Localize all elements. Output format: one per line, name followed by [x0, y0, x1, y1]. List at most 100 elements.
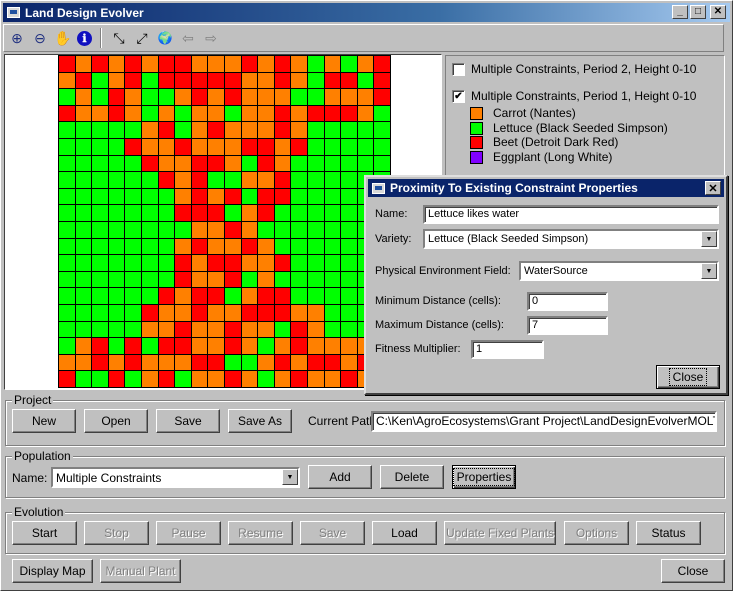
map-cell-beet[interactable]	[208, 72, 225, 90]
manual-plant-button[interactable]: Manual Plant	[100, 559, 181, 583]
map-cell-carrot[interactable]	[241, 205, 259, 222]
map-cell-lettuce[interactable]	[341, 188, 358, 206]
map-cell-beet[interactable]	[191, 172, 209, 189]
pause-button[interactable]: Pause	[156, 521, 221, 545]
map-cell-carrot[interactable]	[208, 105, 225, 123]
map-cell-lettuce[interactable]	[125, 188, 142, 206]
map-cell-beet[interactable]	[374, 72, 391, 90]
map-cell-beet[interactable]	[191, 205, 209, 222]
open-button[interactable]: Open	[84, 409, 148, 433]
map-cell-lettuce[interactable]	[307, 155, 325, 173]
map-cell-carrot[interactable]	[258, 321, 275, 339]
map-cell-lettuce[interactable]	[59, 321, 76, 339]
map-cell-beet[interactable]	[274, 172, 292, 189]
map-cell-carrot[interactable]	[191, 371, 209, 388]
info-icon[interactable]: ℹ	[77, 30, 92, 46]
map-cell-beet[interactable]	[291, 138, 308, 156]
save-project-button[interactable]: Save	[156, 409, 220, 433]
map-cell-lettuce[interactable]	[141, 105, 159, 123]
map-cell-lettuce[interactable]	[75, 138, 93, 156]
map-cell-carrot[interactable]	[224, 304, 242, 322]
map-cell-lettuce[interactable]	[141, 172, 159, 189]
map-cell-lettuce[interactable]	[307, 238, 325, 256]
map-cell-carrot[interactable]	[274, 89, 292, 106]
zoom-out-icon[interactable]: ⊖	[31, 29, 49, 47]
map-cell-carrot[interactable]	[291, 56, 308, 73]
map-cell-beet[interactable]	[208, 288, 225, 305]
map-cell-carrot[interactable]	[357, 105, 375, 123]
map-cell-lettuce[interactable]	[291, 288, 308, 305]
map-cell-beet[interactable]	[141, 155, 159, 173]
map-cell-carrot[interactable]	[75, 89, 93, 106]
map-cell-carrot[interactable]	[175, 288, 192, 305]
map-cell-lettuce[interactable]	[108, 271, 126, 289]
map-cell-lettuce[interactable]	[241, 155, 259, 173]
map-cell-beet[interactable]	[175, 138, 192, 156]
map-cell-carrot[interactable]	[241, 172, 259, 189]
map-cell-lettuce[interactable]	[307, 56, 325, 73]
map-cell-beet[interactable]	[158, 371, 176, 388]
map-cell-carrot[interactable]	[357, 56, 375, 73]
map-cell-beet[interactable]	[175, 321, 192, 339]
map-cell-carrot[interactable]	[324, 89, 342, 106]
map-cell-lettuce[interactable]	[291, 221, 308, 239]
map-cell-carrot[interactable]	[141, 321, 159, 339]
map-cell-lettuce[interactable]	[75, 238, 93, 256]
map-cell-carrot[interactable]	[108, 354, 126, 372]
map-cell-carrot[interactable]	[141, 122, 159, 139]
map-cell-beet[interactable]	[208, 354, 225, 372]
map-cell-lettuce[interactable]	[108, 255, 126, 272]
map-cell-lettuce[interactable]	[59, 304, 76, 322]
map-cell-lettuce[interactable]	[75, 172, 93, 189]
map-cell-beet[interactable]	[258, 188, 275, 206]
map-cell-lettuce[interactable]	[291, 172, 308, 189]
map-cell-carrot[interactable]	[224, 122, 242, 139]
map-cell-lettuce[interactable]	[125, 255, 142, 272]
map-cell-beet[interactable]	[92, 56, 109, 73]
map-cell-lettuce[interactable]	[175, 105, 192, 123]
map-cell-lettuce[interactable]	[108, 338, 126, 355]
map-cell-beet[interactable]	[224, 321, 242, 339]
map-cell-carrot[interactable]	[75, 105, 93, 123]
map-cell-beet[interactable]	[125, 338, 142, 355]
map-cell-carrot[interactable]	[291, 354, 308, 372]
map-cell-beet[interactable]	[224, 338, 242, 355]
map-cell-carrot[interactable]	[258, 255, 275, 272]
map-cell-lettuce[interactable]	[75, 122, 93, 139]
map-cell-carrot[interactable]	[191, 255, 209, 272]
map-cell-lettuce[interactable]	[141, 205, 159, 222]
constraint-name-field[interactable]: Lettuce likes water	[423, 205, 719, 224]
map-cell-carrot[interactable]	[158, 321, 176, 339]
map-cell-lettuce[interactable]	[324, 172, 342, 189]
map-cell-lettuce[interactable]	[92, 89, 109, 106]
map-cell-lettuce[interactable]	[59, 188, 76, 206]
map-cell-lettuce[interactable]	[92, 138, 109, 156]
map-cell-carrot[interactable]	[208, 221, 225, 239]
map-cell-carrot[interactable]	[92, 105, 109, 123]
map-cell-lettuce[interactable]	[92, 122, 109, 139]
chevron-down-icon[interactable]: ▼	[701, 231, 717, 247]
map-cell-carrot[interactable]	[191, 271, 209, 289]
map-cell-lettuce[interactable]	[258, 338, 275, 355]
map-cell-lettuce[interactable]	[59, 155, 76, 173]
map-cell-carrot[interactable]	[208, 304, 225, 322]
map-cell-lettuce[interactable]	[307, 255, 325, 272]
map-cell-carrot[interactable]	[224, 56, 242, 73]
map-cell-beet[interactable]	[274, 304, 292, 322]
map-cell-lettuce[interactable]	[141, 89, 159, 106]
map-cell-beet[interactable]	[224, 371, 242, 388]
map-cell-lettuce[interactable]	[141, 271, 159, 289]
map-cell-lettuce[interactable]	[341, 304, 358, 322]
map-cell-beet[interactable]	[175, 205, 192, 222]
map-cell-beet[interactable]	[125, 56, 142, 73]
map-cell-lettuce[interactable]	[341, 205, 358, 222]
map-cell-carrot[interactable]	[175, 155, 192, 173]
map-cell-carrot[interactable]	[258, 238, 275, 256]
map-cell-lettuce[interactable]	[324, 155, 342, 173]
map-cell-carrot[interactable]	[191, 321, 209, 339]
map-cell-beet[interactable]	[224, 72, 242, 90]
map-cell-carrot[interactable]	[324, 371, 342, 388]
map-cell-lettuce[interactable]	[59, 172, 76, 189]
map-cell-lettuce[interactable]	[224, 105, 242, 123]
zoom-extent-in-icon[interactable]: ⤡	[110, 29, 128, 47]
